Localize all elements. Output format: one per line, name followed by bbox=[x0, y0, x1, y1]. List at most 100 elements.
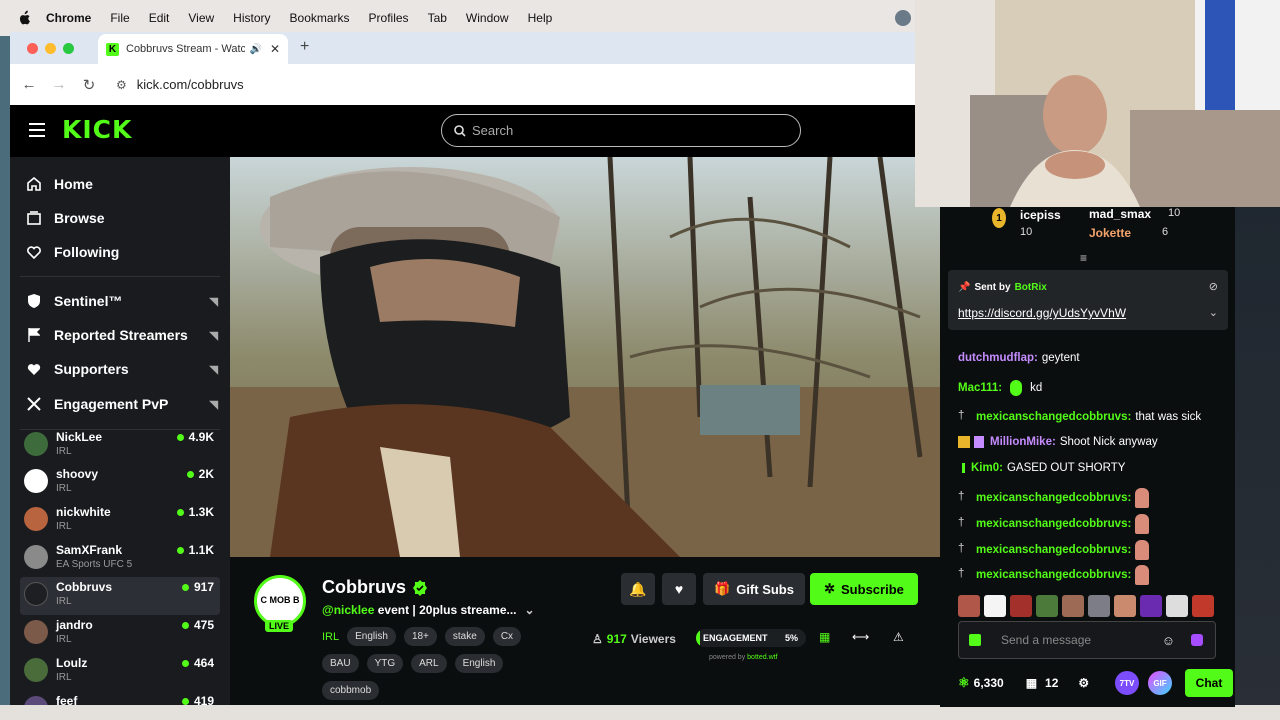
tag[interactable]: stake bbox=[444, 627, 485, 646]
sidebar-item-home[interactable]: Home bbox=[26, 176, 93, 192]
leaderboard-name[interactable]: Jokette bbox=[1089, 226, 1131, 240]
address-bar[interactable]: ⚙ kick.com/cobbruvs bbox=[116, 77, 244, 92]
chevron-down-icon[interactable]: ⌄ bbox=[1209, 306, 1218, 319]
emote-picker-icon[interactable] bbox=[1191, 634, 1203, 646]
menu-file[interactable]: File bbox=[110, 11, 129, 25]
leaderboard-name[interactable]: icepiss bbox=[1020, 208, 1061, 222]
browser-tab-active[interactable]: K Cobbruvs Stream - Watch 🔊 ✕ bbox=[98, 34, 288, 64]
emote-icon[interactable] bbox=[1114, 595, 1136, 617]
close-tab-icon[interactable]: ✕ bbox=[270, 42, 280, 56]
channel-item-nickwhite[interactable]: nickwhite IRL 1.3K bbox=[20, 502, 220, 540]
channel-item-shoovy[interactable]: shoovy IRL 2K bbox=[20, 464, 220, 502]
channel-item-loulz[interactable]: Loulz IRL 464 bbox=[20, 653, 220, 691]
chevron-down-icon[interactable]: ⌄ bbox=[525, 603, 535, 617]
sidebar-item-following[interactable]: Following bbox=[26, 244, 119, 260]
powered-brand[interactable]: botted.wtf bbox=[747, 654, 777, 661]
video-player[interactable] bbox=[230, 157, 940, 557]
category-link[interactable]: IRL bbox=[322, 631, 339, 643]
control-center-icon[interactable] bbox=[895, 10, 911, 26]
channel-item-nicklee[interactable]: NickLee IRL 4.9K bbox=[20, 427, 220, 465]
sidebar-item-browse[interactable]: Browse bbox=[26, 210, 105, 226]
minimize-window-button[interactable] bbox=[45, 43, 56, 54]
tag[interactable]: Cx bbox=[492, 627, 522, 646]
menu-edit[interactable]: Edit bbox=[149, 11, 170, 25]
sidebar-item-engagement-pvp[interactable]: Engagement PvP ◥ bbox=[26, 396, 226, 412]
sidebar-item-supporters[interactable]: Supporters ◥ bbox=[26, 361, 226, 377]
menu-view[interactable]: View bbox=[188, 11, 214, 25]
new-tab-button[interactable]: + bbox=[300, 38, 309, 56]
gift-icon[interactable] bbox=[969, 634, 981, 646]
chat-username[interactable]: dutchmudflap: bbox=[958, 352, 1038, 364]
gif-button[interactable]: GIF bbox=[1148, 671, 1172, 695]
emote-icon[interactable] bbox=[1192, 595, 1214, 617]
apple-icon[interactable] bbox=[16, 10, 32, 26]
tag[interactable]: 18+ bbox=[403, 627, 437, 646]
tag[interactable]: ARL bbox=[411, 654, 447, 673]
forward-icon[interactable]: → bbox=[44, 76, 74, 93]
tag[interactable]: cobbmob bbox=[322, 681, 380, 700]
gift-box-icon[interactable]: ▦ bbox=[1026, 676, 1037, 690]
chat-username[interactable]: Mac111: bbox=[958, 382, 1002, 394]
reload-icon[interactable]: ↻ bbox=[74, 76, 104, 94]
leaderboard-name[interactable]: mad_smax bbox=[1089, 207, 1151, 221]
tag[interactable]: YTG bbox=[366, 654, 404, 673]
menu-profiles[interactable]: Profiles bbox=[369, 11, 409, 25]
tag[interactable]: BAU bbox=[322, 654, 359, 673]
gear-icon[interactable]: ⚙ bbox=[1078, 676, 1089, 690]
channel-item-feef[interactable]: feef 419 bbox=[20, 691, 220, 705]
pinned-link[interactable]: https://discord.gg/yUdsYyvVhW bbox=[958, 306, 1126, 320]
emoji-icon[interactable]: ☺ bbox=[1162, 633, 1175, 648]
streamer-name[interactable]: Cobbruvs bbox=[322, 577, 406, 598]
emote-icon[interactable] bbox=[1036, 595, 1058, 617]
tag[interactable]: English bbox=[454, 654, 504, 673]
chat-username[interactable]: mexicanschangedcobbruvs: bbox=[976, 492, 1131, 504]
emote-icon[interactable] bbox=[1166, 595, 1188, 617]
stats-icon[interactable]: ▦ bbox=[819, 630, 830, 644]
subscribe-button[interactable]: ✲ Subscribe bbox=[810, 573, 918, 605]
menu-chrome[interactable]: Chrome bbox=[46, 11, 91, 25]
emote-icon[interactable] bbox=[1062, 595, 1084, 617]
chat-username[interactable]: mexicanschangedcobbruvs: bbox=[976, 544, 1131, 556]
menu-tab[interactable]: Tab bbox=[428, 11, 447, 25]
chat-username[interactable]: mexicanschangedcobbruvs: bbox=[976, 569, 1131, 581]
menu-bookmarks[interactable]: Bookmarks bbox=[290, 11, 350, 25]
stream-title-mention[interactable]: @nicklee bbox=[322, 603, 374, 617]
channel-item-samxfrank[interactable]: SamXFrank EA Sports UFC 5 1.1K bbox=[20, 540, 220, 578]
speaker-icon[interactable]: 🔊 bbox=[249, 44, 261, 55]
chat-username[interactable]: mexicanschangedcobbruvs: bbox=[976, 411, 1131, 423]
engagement-meter[interactable]: ENGAGEMENT 5% bbox=[696, 629, 806, 647]
channel-item-cobbruvs[interactable]: Cobbruvs IRL 917 bbox=[20, 577, 220, 615]
unpin-icon[interactable]: ⊘ bbox=[1209, 280, 1218, 293]
emote-icon[interactable] bbox=[1010, 595, 1032, 617]
menu-history[interactable]: History bbox=[233, 11, 270, 25]
tag[interactable]: English bbox=[347, 627, 396, 646]
maximize-window-button[interactable] bbox=[63, 43, 74, 54]
chat-send-button[interactable]: Chat bbox=[1185, 669, 1233, 697]
chat-username[interactable]: Kim0: bbox=[971, 462, 1003, 474]
follow-button[interactable]: ♥ bbox=[662, 573, 696, 605]
menu-window[interactable]: Window bbox=[466, 11, 509, 25]
emote-icon[interactable] bbox=[984, 595, 1006, 617]
channel-item-jandro[interactable]: jandro IRL 475 bbox=[20, 615, 220, 653]
search-input[interactable]: Search bbox=[441, 114, 801, 147]
share-icon[interactable]: ⟷ bbox=[852, 630, 869, 644]
7tv-button[interactable]: 7TV bbox=[1115, 671, 1139, 695]
back-icon[interactable]: ← bbox=[14, 76, 44, 93]
collapse-icon[interactable]: ≡ bbox=[1080, 251, 1087, 265]
close-window-button[interactable] bbox=[27, 43, 38, 54]
menu-help[interactable]: Help bbox=[528, 11, 553, 25]
sidebar-item-sentinel[interactable]: Sentinel™ ◥ bbox=[26, 293, 226, 309]
kick-logo[interactable]: KICK bbox=[62, 115, 132, 144]
emote-icon[interactable] bbox=[1088, 595, 1110, 617]
chat-username[interactable]: MillionMike: bbox=[990, 436, 1056, 448]
chat-username[interactable]: mexicanschangedcobbruvs: bbox=[976, 518, 1131, 530]
notification-button[interactable]: 🔔 bbox=[621, 573, 655, 605]
report-icon[interactable]: ⚠ bbox=[893, 630, 904, 644]
stream-title[interactable]: @nicklee event | 20plus streame... ⌄ bbox=[322, 603, 535, 617]
emote-icon[interactable] bbox=[958, 595, 980, 617]
emote-icon[interactable] bbox=[1140, 595, 1162, 617]
sidebar-item-reported-streamers[interactable]: Reported Streamers ◥ bbox=[26, 327, 226, 343]
gift-subs-button[interactable]: 🎁 Gift Subs bbox=[703, 573, 805, 605]
pinned-bot-name[interactable]: BotRix bbox=[1015, 282, 1047, 293]
chat-input[interactable]: Send a message ☺ bbox=[958, 621, 1216, 659]
